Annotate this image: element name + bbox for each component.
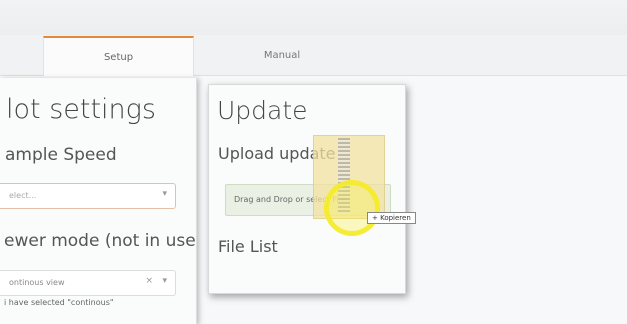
tab-manual[interactable]: Manual [192, 36, 372, 74]
plot-settings-panel: lot settings ample Speed elect... ▾ ewer… [0, 78, 197, 324]
viewer-mode-select[interactable]: ontinous view × ▾ [0, 270, 176, 296]
tab-setup[interactable]: Setup [43, 36, 194, 76]
chevron-down-icon: ▾ [162, 189, 167, 199]
file-list-label: File List [218, 237, 278, 256]
sample-speed-label: ample Speed [5, 145, 117, 165]
viewer-mode-hint: i have selected "continous" [4, 298, 114, 307]
update-title: Update [217, 96, 308, 125]
chevron-down-icon: ▾ [162, 276, 167, 286]
clear-icon[interactable]: × [145, 276, 153, 286]
drag-copy-tooltip: + Kopieren [367, 212, 416, 224]
sample-speed-select[interactable]: elect... ▾ [0, 183, 176, 209]
sample-speed-placeholder: elect... [9, 191, 37, 200]
top-bar [0, 0, 627, 35]
viewer-mode-label: ewer mode (not in use) [4, 231, 197, 251]
viewer-mode-value: ontinous view [9, 278, 65, 287]
cursor-highlight [324, 180, 380, 236]
panel-title: lot settings [6, 94, 156, 125]
tab-setup-label: Setup [103, 51, 134, 63]
tab-manual-label: Manual [263, 49, 301, 61]
